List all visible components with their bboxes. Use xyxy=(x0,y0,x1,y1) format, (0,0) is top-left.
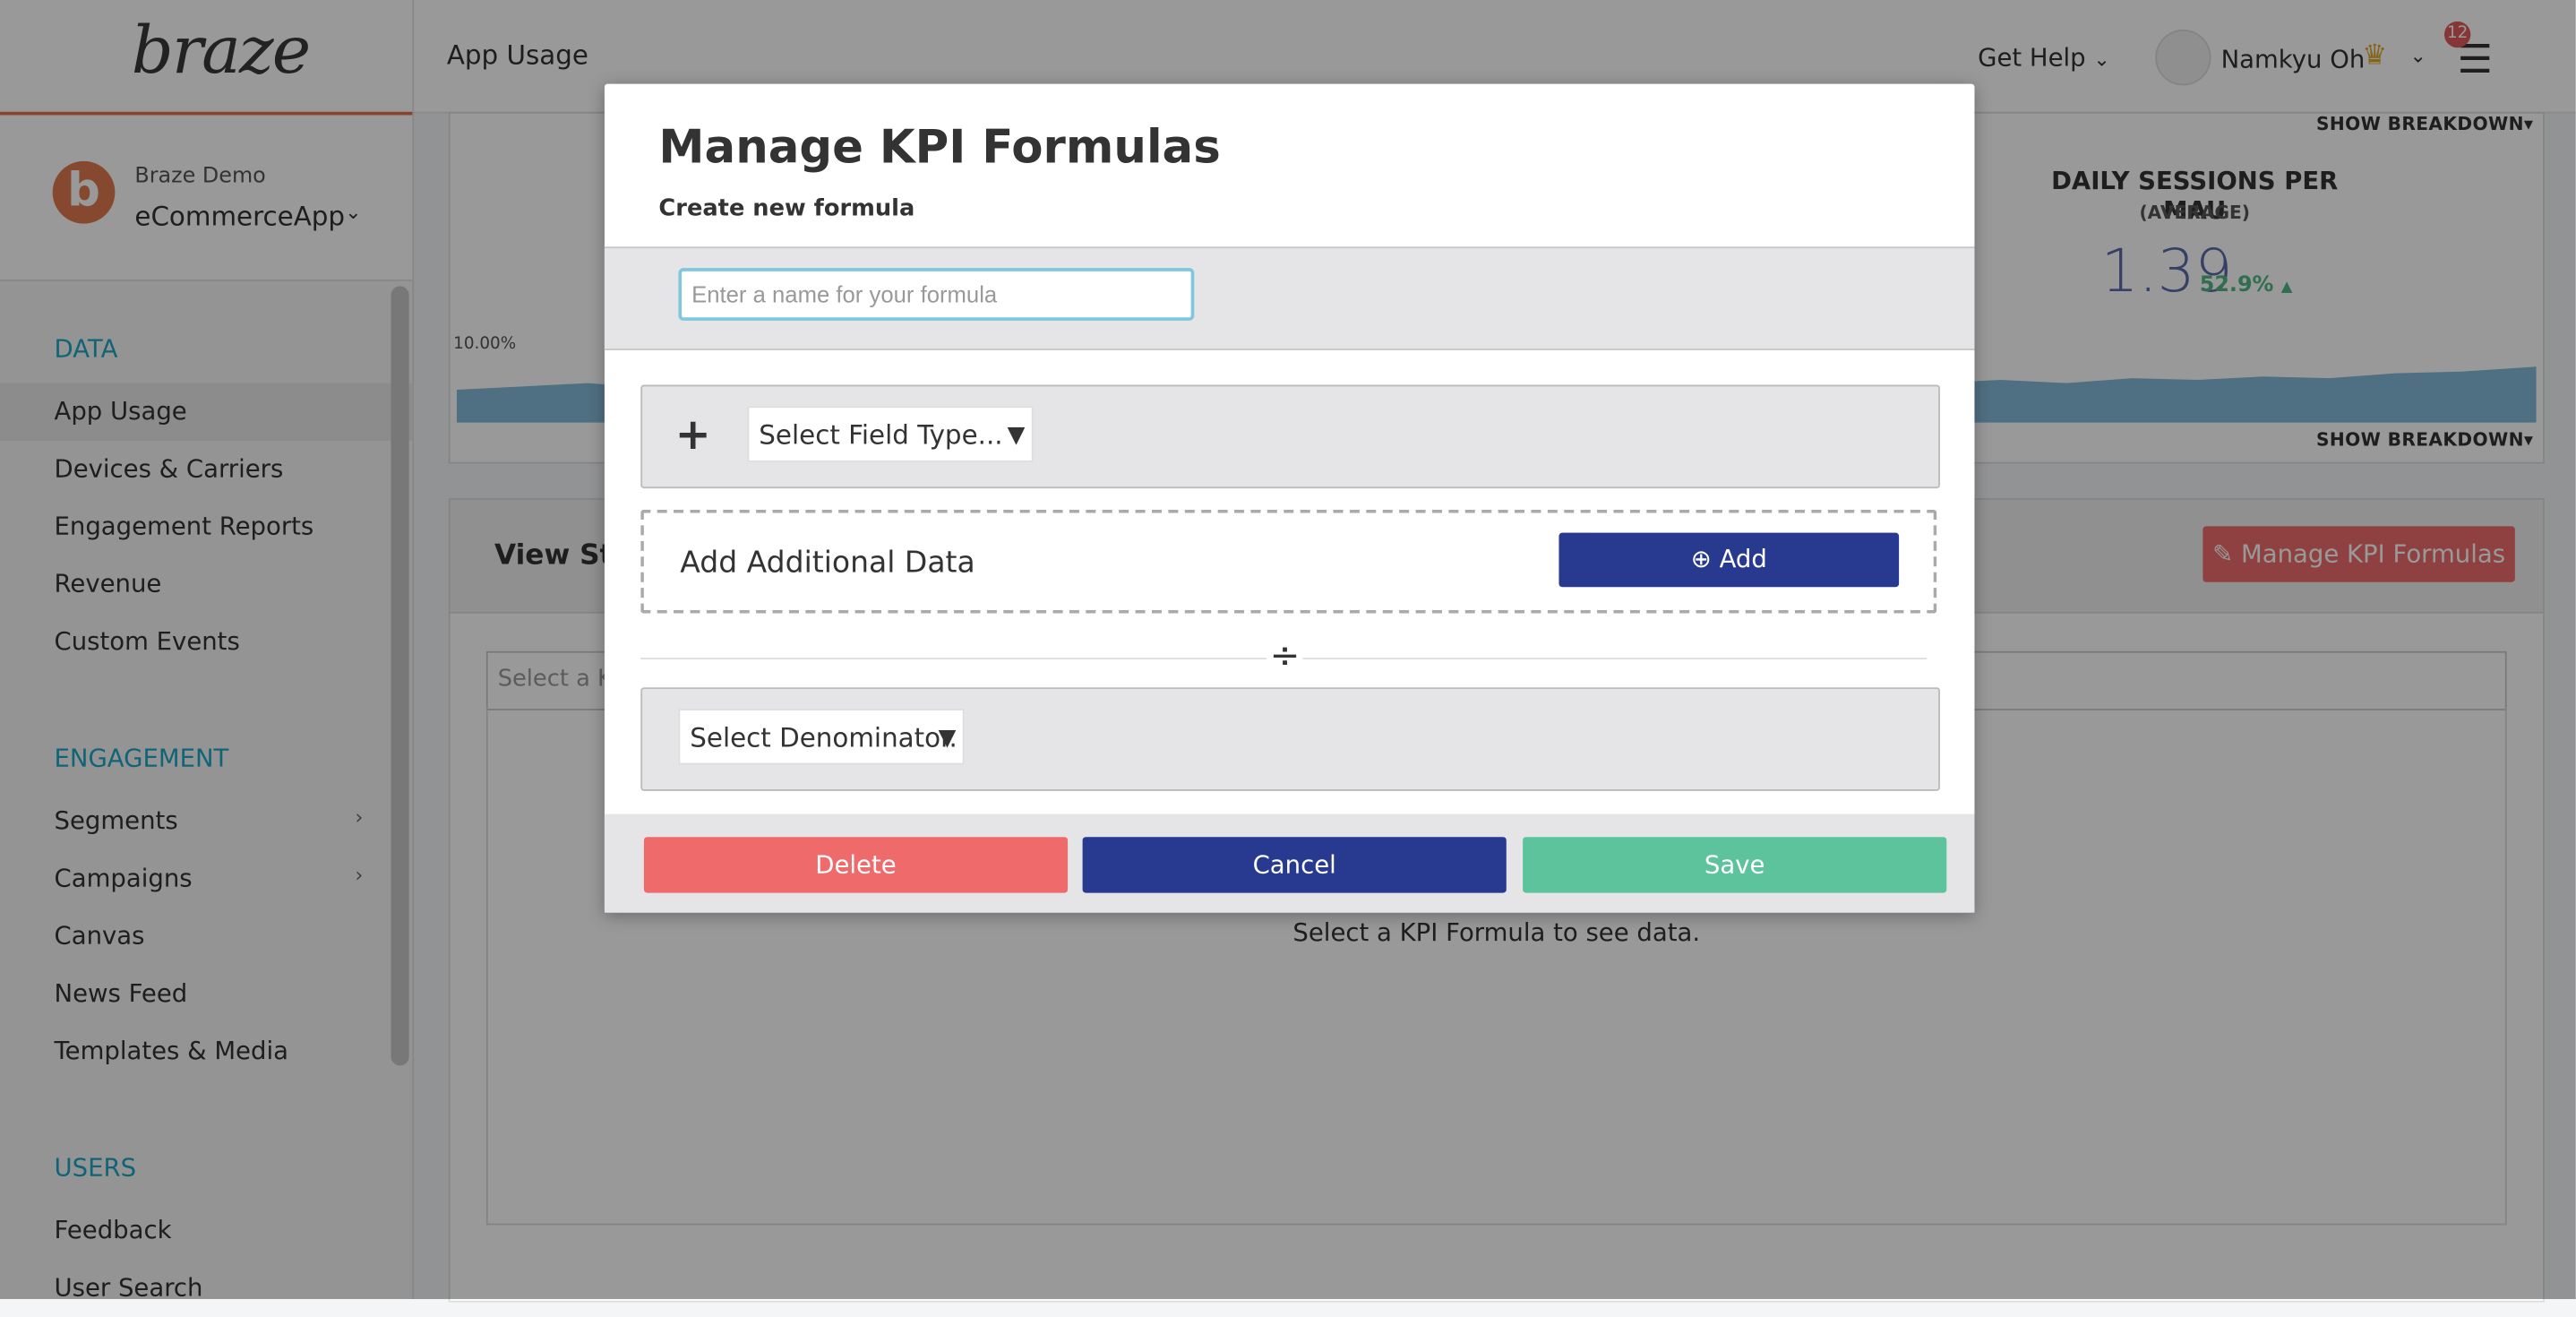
modal-subtitle: Create new formula xyxy=(658,195,915,222)
add-button[interactable]: ⊕ Add xyxy=(1558,532,1900,588)
divide-icon: ÷ xyxy=(1267,636,1304,678)
denominator-box: Select Denominator. ▼ xyxy=(640,687,1940,791)
add-button-label: Add xyxy=(1719,544,1767,574)
plus-icon[interactable]: + xyxy=(675,415,711,458)
denominator-select[interactable]: Select Denominator. ▼ xyxy=(678,709,965,765)
delete-button[interactable]: Delete xyxy=(643,837,1069,893)
cancel-button[interactable]: Cancel xyxy=(1082,837,1507,893)
formula-name-bar xyxy=(604,246,1975,350)
save-button[interactable]: Save xyxy=(1523,837,1947,893)
add-data-label: Add Additional Data xyxy=(680,546,975,581)
caret-down-icon: ▼ xyxy=(1007,422,1026,450)
caret-down-icon: ▼ xyxy=(938,725,957,752)
plus-circle-icon: ⊕ xyxy=(1690,544,1712,574)
modal-title: Manage KPI Formulas xyxy=(658,119,1221,175)
numerator-box: + Select Field Type... ▼ xyxy=(640,384,1940,489)
formula-name-input[interactable] xyxy=(678,268,1195,321)
field-type-label: Select Field Type... xyxy=(759,419,1003,451)
modal-footer: Delete Cancel Save xyxy=(604,813,1975,913)
manage-kpi-modal: Manage KPI Formulas Create new formula +… xyxy=(604,83,1975,913)
denominator-label: Select Denominator. xyxy=(690,721,957,753)
add-data-box: Add Additional Data ⊕ Add xyxy=(640,509,1937,614)
field-type-select[interactable]: Select Field Type... ▼ xyxy=(747,406,1034,462)
